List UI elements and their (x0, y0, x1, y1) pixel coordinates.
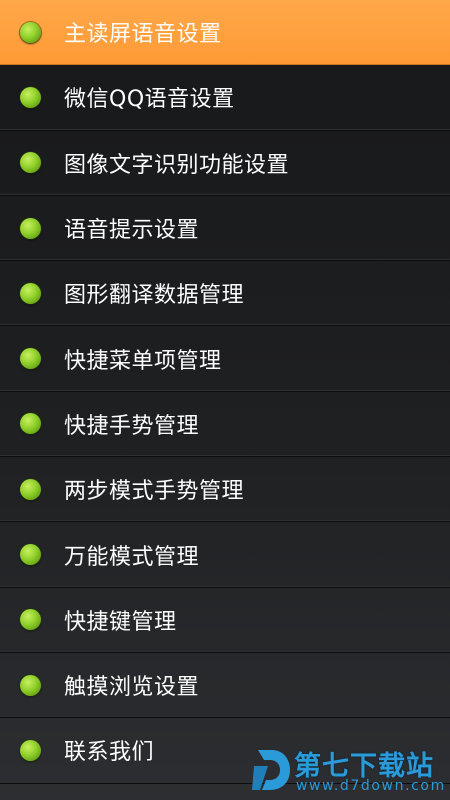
menu-item-label: 图像文字识别功能设置 (64, 152, 290, 178)
menu-item-two-step-gesture-management[interactable]: 两步模式手势管理 (0, 457, 450, 523)
green-dot-icon (20, 282, 41, 304)
menu-item-label: 微信QQ语音设置 (64, 87, 235, 113)
green-dot-icon (20, 348, 41, 370)
green-dot-icon (20, 674, 41, 696)
menu-item-label: 两步模式手势管理 (64, 479, 245, 505)
green-dot-icon (20, 217, 41, 239)
menu-item-label: 联系我们 (64, 740, 155, 766)
watermark: 第七下载站 www.d7down.com (250, 742, 446, 798)
menu-item-shortcut-key-management[interactable]: 快捷键管理 (0, 588, 450, 653)
menu-item-graphic-translation-data[interactable]: 图形翻译数据管理 (0, 261, 450, 327)
menu-item-label: 语音提示设置 (64, 218, 200, 244)
green-dot-icon (20, 413, 41, 435)
green-dot-icon (20, 739, 41, 761)
d7-logo-icon (252, 750, 290, 790)
menu-item-quick-menu-management[interactable]: 快捷菜单项管理 (0, 326, 450, 392)
menu-item-label: 快捷键管理 (64, 609, 177, 635)
menu-item-label: 主读屏语音设置 (64, 22, 222, 48)
menu-item-voice-prompt-settings[interactable]: 语音提示设置 (0, 196, 450, 262)
green-dot-icon (20, 86, 41, 108)
green-dot-icon (20, 478, 41, 500)
menu-item-quick-gesture-management[interactable]: 快捷手势管理 (0, 392, 450, 458)
green-dot-icon (20, 544, 41, 566)
menu-item-main-reader-voice-settings[interactable]: 主读屏语音设置 (0, 0, 450, 66)
menu-item-label: 快捷手势管理 (64, 413, 200, 439)
menu-item-wechat-qq-voice-settings[interactable]: 微信QQ语音设置 (0, 65, 450, 131)
menu-item-label: 图形翻译数据管理 (64, 283, 245, 309)
watermark-url: www.d7down.com (296, 778, 446, 794)
green-dot-icon (20, 21, 41, 43)
menu-item-ocr-settings[interactable]: 图像文字识别功能设置 (0, 131, 450, 196)
screen: 主读屏语音设置 微信QQ语音设置 图像文字识别功能设置 语音提示设置 图形翻译数… (0, 0, 450, 800)
menu-item-touch-browse-settings[interactable]: 触摸浏览设置 (0, 653, 450, 719)
menu-item-label: 快捷菜单项管理 (64, 348, 222, 374)
menu-item-label: 触摸浏览设置 (64, 675, 200, 701)
menu-item-universal-mode-management[interactable]: 万能模式管理 (0, 522, 450, 588)
green-dot-icon (20, 609, 41, 631)
green-dot-icon (20, 152, 41, 174)
settings-menu-list: 主读屏语音设置 微信QQ语音设置 图像文字识别功能设置 语音提示设置 图形翻译数… (0, 0, 450, 784)
menu-item-label: 万能模式管理 (64, 544, 200, 570)
